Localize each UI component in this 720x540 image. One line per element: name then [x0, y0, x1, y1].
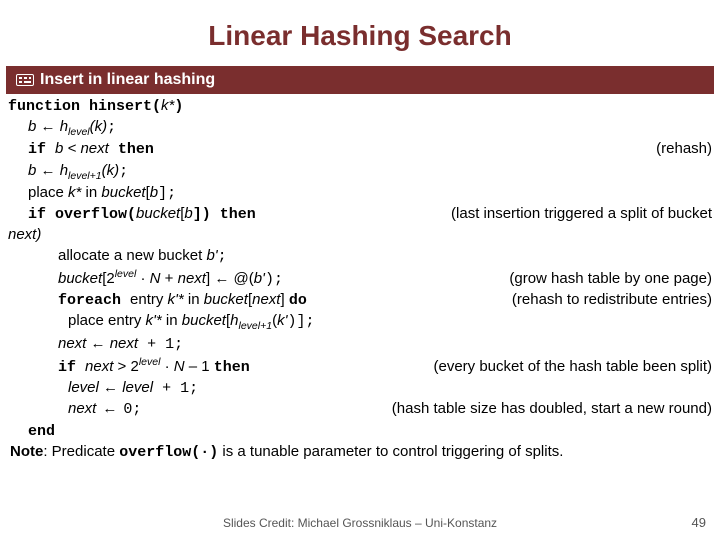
- slide-title: Linear Hashing Search: [0, 0, 720, 66]
- code-line: bucket[2level · N + next] ← @(b'); (grow…: [8, 267, 712, 290]
- code-line: next): [8, 225, 712, 245]
- section-header: Insert in linear hashing: [6, 66, 714, 94]
- section-header-text: Insert in linear hashing: [40, 71, 215, 89]
- page-number: 49: [692, 515, 706, 530]
- code-line: end: [8, 421, 712, 442]
- code-comment: (grow hash table by one page): [509, 269, 712, 289]
- code-comment: (rehash): [656, 139, 712, 159]
- code-line: if overflow(bucket[b]) then (last insert…: [8, 204, 712, 225]
- code-line: if b < next then (rehash): [8, 139, 712, 160]
- code-comment: (hash table size has doubled, start a ne…: [392, 399, 712, 419]
- keyboard-icon: [16, 74, 34, 86]
- code-line: b ← hlevel(k);: [8, 117, 712, 139]
- code-line: allocate a new bucket b';: [8, 246, 712, 267]
- code-comment: (last insertion triggered a split of buc…: [451, 204, 712, 224]
- slide-credit: Slides Credit: Michael Grossniklaus – Un…: [0, 516, 720, 530]
- note-text: Note: Predicate overflow(·) is a tunable…: [10, 442, 710, 463]
- code-block: function hinsert(k*) b ← hlevel(k); if b…: [8, 96, 712, 442]
- code-comment: (every bucket of the hash table been spl…: [434, 357, 713, 377]
- code-line: level ← level + 1;: [8, 378, 712, 399]
- code-line: next ← 0; (hash table size has doubled, …: [8, 399, 712, 420]
- code-line: b ← hlevel+1(k);: [8, 161, 712, 183]
- code-line: if next > 2level · N – 1 then (every buc…: [8, 355, 712, 378]
- code-line: foreach entry k'* in bucket[next] do (re…: [8, 290, 712, 311]
- code-line: function hinsert(k*): [8, 96, 712, 117]
- code-comment: (rehash to redistribute entries): [512, 290, 712, 310]
- code-line: next ← next + 1;: [8, 334, 712, 355]
- code-line: place entry k'* in bucket[hlevel+1(k')];: [8, 311, 712, 333]
- code-line: place k* in bucket[b];: [8, 183, 712, 204]
